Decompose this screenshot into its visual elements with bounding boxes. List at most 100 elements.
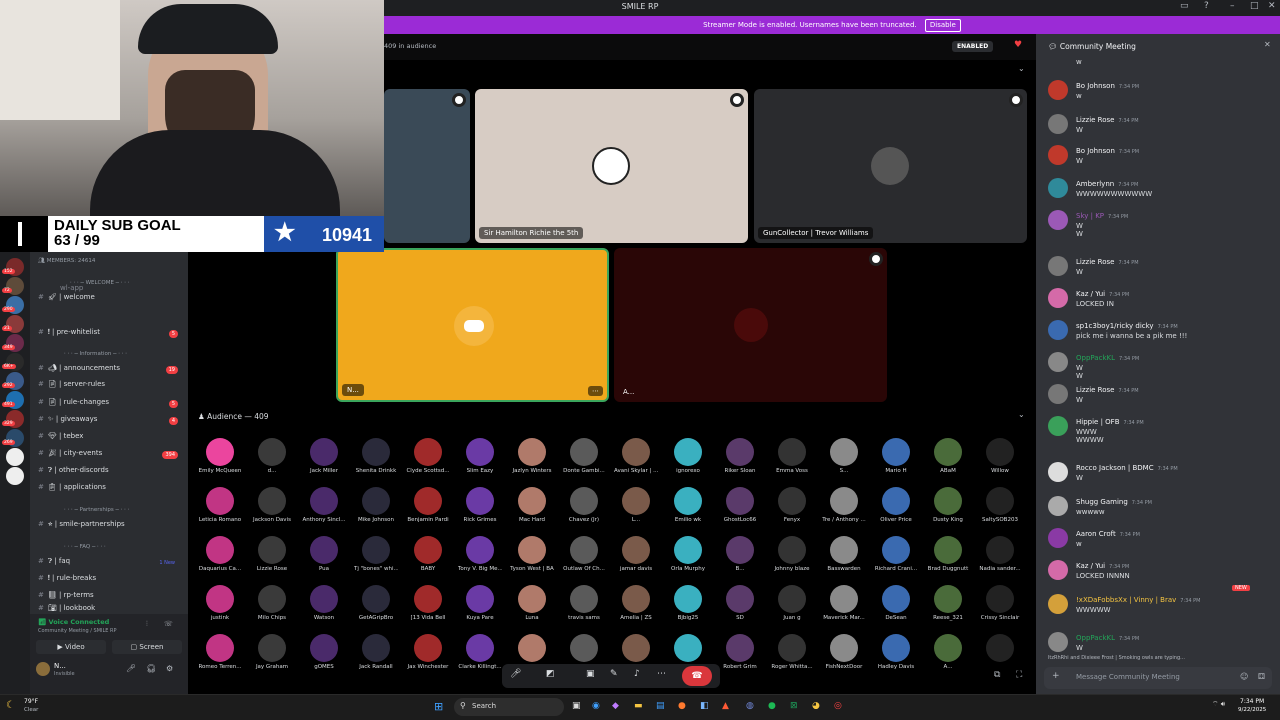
audience-member[interactable]: Basswarden [822,536,866,572]
channel-announcements[interactable]: # 📣︎ | announcements 19 [38,364,184,378]
message-username[interactable]: Lizzie Rose [1076,386,1114,394]
category-information[interactable]: ⋅ ⋅ ⋅ ─ Information ─ ⋅ ⋅ ⋅ [64,351,127,357]
server-icon[interactable] [6,448,24,466]
audience-member[interactable]: justink [198,585,242,621]
fullscreen-icon[interactable]: ⛶ [1016,670,1022,680]
maximize-icon[interactable]: □ [1250,1,1259,11]
copilot-icon[interactable]: ◆ [612,701,619,711]
channel-smile-partnerships[interactable]: # ⭐︎ | smile-partnerships [38,520,184,534]
stage-tile-speaking[interactable]: N... ⋯ [336,248,609,402]
audience-member[interactable]: Shenita Drinkk [354,438,398,474]
stage-tile[interactable]: GunCollector | Trevor Williams [754,89,1027,243]
avatar[interactable] [1048,114,1068,134]
server-icon[interactable]: 152 [2,258,24,276]
screen-button[interactable]: ▢ Screen [112,640,182,654]
avatar[interactable] [1048,416,1068,436]
help-icon[interactable]: ? [1204,1,1209,11]
audience-member[interactable]: Emma Voss [770,438,814,474]
server-icon[interactable]: 349 [2,334,24,352]
message-username[interactable]: Rocco Jackson | BDMC [1076,464,1154,472]
avatar[interactable] [1048,462,1068,482]
add-attachment-icon[interactable]: + [1052,671,1060,681]
audience-member[interactable]: Amelia | ZS [614,585,658,621]
windows-start-icon[interactable]: ⊞ [434,700,443,713]
discord-taskbar-icon[interactable]: ◍ [746,701,754,711]
avatar[interactable] [1048,256,1068,276]
avatar[interactable] [1048,594,1068,614]
app-icon[interactable]: ◧ [700,701,709,711]
audience-member[interactable]: Dusty King [926,487,970,523]
server-icon[interactable]: 329 [2,410,24,428]
audience-member[interactable]: GhostLoc66 [718,487,762,523]
message-username[interactable]: OppPackKL [1076,354,1115,362]
audience-member[interactable]: Tj "bones" whi... [354,536,398,572]
audience-member[interactable]: SD [718,585,762,621]
audience-member[interactable]: Hadley Davis [874,634,918,670]
pin-icon[interactable] [1009,93,1023,107]
more-options-icon[interactable]: ⋯ [588,386,603,396]
audience-member[interactable]: GetAGripBro [354,585,398,621]
channel-applications[interactable]: # 📋︎ | applications [38,483,184,497]
avatar[interactable] [1048,210,1068,230]
audience-member[interactable]: Avani Skylar | ... [614,438,658,474]
avatar[interactable] [36,662,50,676]
message-input-box[interactable]: + Message Community Meeting ☺ ⚃ [1044,667,1272,689]
audience-member[interactable]: d... [250,438,294,474]
app-icon[interactable]: ▲ [722,701,729,711]
inbox-icon[interactable]: ▭ [1180,1,1189,11]
message-username[interactable]: Shugg Gaming [1076,498,1128,506]
channel-rp-terms[interactable]: # 📘︎ | rp-terms [38,591,184,605]
audience-member[interactable]: travis sams [562,585,606,621]
close-window-icon[interactable]: ✕ [1268,1,1276,11]
audience-member[interactable]: DeSean [874,585,918,621]
audience-member[interactable]: Watson [302,585,346,621]
audience-member[interactable]: Chavez (Jr) [562,487,606,523]
audience-member[interactable]: Slim Eazy [458,438,502,474]
stage-tile[interactable]: A... [614,248,887,402]
audience-member[interactable]: S... [822,438,866,474]
audience-member[interactable]: Benjamin Pardi [406,487,450,523]
audience-member[interactable]: Jazlyn Winters [510,438,554,474]
channel-pre-whitelist[interactable]: # ❗︎ | pre-whitelist 5 [38,328,184,342]
audience-member[interactable]: Clarke Killingt... [458,634,502,670]
audience-member[interactable]: SaltySOB203 [978,487,1022,523]
category-faq[interactable]: ⋅ ⋅ ⋅ ─ FAQ ─ ⋅ ⋅ ⋅ [64,544,106,550]
server-icon[interactable]: 292 [2,372,24,390]
app-icon[interactable]: ⊠ [790,701,798,711]
channel-rule-breaks[interactable]: # ❗︎ | rule-breaks [38,574,184,588]
store-icon[interactable]: ▤ [656,701,665,711]
audience-member[interactable]: gOMES [302,634,346,670]
message-username[interactable]: Bo Johnson [1076,147,1115,155]
audience-member[interactable]: Clyde Scottsd... [406,438,450,474]
audience-member[interactable]: A... [926,634,970,670]
avatar[interactable] [1048,496,1068,516]
server-icon[interactable]: 21 [2,315,24,333]
audience-member[interactable]: Jay Graham [250,634,294,670]
audience-member[interactable]: Oliver Price [874,487,918,523]
audience-member[interactable]: Emilio wk [666,487,710,523]
channel-server-rules[interactable]: # 📄︎ | server-rules [38,380,184,394]
channel-giveaways[interactable]: # ✨︎ | giveaways 4 [38,415,184,429]
server-icon[interactable]: 269 [2,429,24,447]
audience-member[interactable]: ABaM [926,438,970,474]
disable-button[interactable]: Disable [924,19,961,32]
audience-member[interactable]: Jax Winchester [406,634,450,670]
audience-member[interactable]: Roger Whitta... [770,634,814,670]
message-username[interactable]: Kaz / Yui [1076,562,1105,570]
audience-member[interactable]: Jack Randall [354,634,398,670]
microphone-icon[interactable]: 🎤︎ [510,669,521,679]
deafen-icon[interactable]: 🎧︎ [146,664,156,673]
file-explorer-icon[interactable]: ▬ [634,701,643,711]
app-icon[interactable]: ◎ [834,701,842,711]
apps-icon[interactable]: ⚃ [1258,672,1265,681]
message-username[interactable]: Sky | KP [1076,212,1104,220]
message-username[interactable]: sp1c3boy1/ricky dicky [1076,322,1154,330]
audience-member[interactable]: Mac Hard [510,487,554,523]
audience-member[interactable]: L... [614,487,658,523]
more-icon[interactable]: ⋯ [657,669,666,679]
disconnect-button[interactable]: ☎ [682,666,712,686]
message-username[interactable]: Lizzie Rose [1076,258,1114,266]
search-box[interactable]: ⚲ Search [454,698,564,716]
disconnect-voice-icon[interactable]: ☏ [164,620,173,628]
avatar[interactable] [1048,145,1068,165]
